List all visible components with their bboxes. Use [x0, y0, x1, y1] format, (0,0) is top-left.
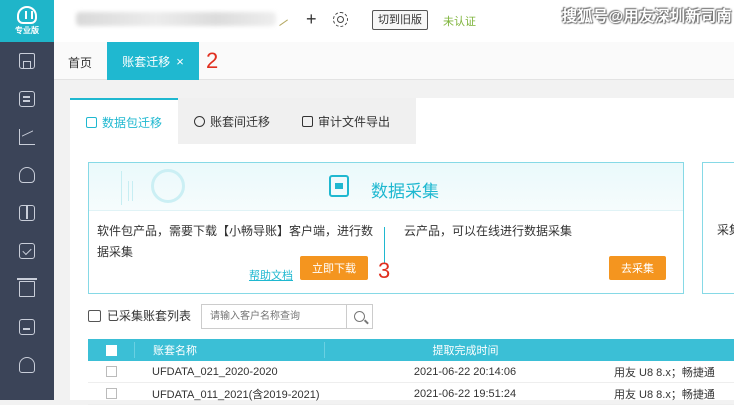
card-title: 数据采集 — [371, 182, 439, 201]
tab-account-migration[interactable]: 账套迁移 × — [107, 42, 199, 80]
tab-data-package-migration[interactable]: 数据包迁移 — [70, 98, 179, 144]
watermark-text: 搜狐号@用友深圳新司南 — [562, 8, 733, 25]
top-header: + 切到旧版 未认证 搜狐号@用友深圳新司南 — [54, 0, 734, 42]
file-export-icon — [302, 115, 314, 127]
cloud-product-description: 云产品，可以在线进行数据采集 — [404, 224, 573, 238]
cart-icon — [17, 278, 37, 297]
sidebar-item-check[interactable] — [0, 232, 54, 270]
sidebar-item-chart[interactable] — [0, 118, 54, 156]
customer-search-input[interactable] — [201, 304, 347, 329]
chart-icon — [19, 129, 35, 145]
package-icon — [86, 116, 97, 128]
go-collect-button[interactable]: 去采集 — [609, 256, 666, 280]
card-header: 数据采集 — [89, 163, 683, 211]
close-icon[interactable]: × — [176, 54, 184, 69]
table-row[interactable]: UFDATA_021_2020-2020 2021-06-22 20:14:06… — [88, 361, 734, 383]
help-document-link[interactable]: 帮助文档 — [249, 267, 293, 283]
home-icon — [19, 53, 35, 69]
next-card-text: 采集 — [717, 223, 734, 237]
uncertified-status[interactable]: 未认证 — [443, 13, 476, 29]
decoration-circle — [151, 169, 185, 203]
bag-icon — [19, 167, 35, 183]
search-button[interactable] — [347, 304, 373, 329]
table-header: 账套名称 提取完成时间 — [88, 339, 734, 361]
logo-text: 专业版 — [15, 26, 39, 35]
plus-icon[interactable]: + — [306, 10, 317, 28]
cloud-logo-icon — [17, 6, 37, 24]
tab-label: 数据包迁移 — [102, 115, 163, 130]
hand-icon — [19, 357, 35, 373]
cell-extract-time: 2021-06-22 20:14:06 — [413, 365, 517, 378]
tab-home[interactable]: 首页 — [68, 54, 92, 71]
book-icon — [19, 205, 35, 221]
tab-label: 审计文件导出 — [318, 114, 391, 129]
sidebar-item-document[interactable] — [0, 80, 54, 118]
gear-icon[interactable] — [333, 12, 348, 27]
annotation-number-3: 3 — [378, 258, 391, 283]
main-panel: 数据包迁移 账套间迁移 审计文件导出 数据采集 软件包产品，需要下载【小畅导账】… — [70, 98, 734, 405]
download-now-button[interactable]: 立即下载 — [300, 256, 368, 280]
list-title-text: 已采集账套列表 — [107, 309, 192, 323]
tab-inter-account-migration[interactable]: 账套间迁移 — [178, 98, 286, 144]
row-checkbox[interactable] — [105, 366, 117, 377]
cell-source: 用友 U8 8.x；畅捷通 — [614, 366, 715, 379]
sidebar-item-home[interactable] — [0, 42, 54, 80]
edit-icon[interactable] — [274, 12, 288, 26]
table-row[interactable]: UFDATA_011_2021(含2019-2021) 2021-06-22 1… — [88, 383, 734, 405]
sidebar: 专业版 — [0, 0, 54, 400]
sidebar-item-cart[interactable] — [0, 270, 54, 308]
sidebar-item-bag[interactable] — [0, 156, 54, 194]
cell-extract-time: 2021-06-22 19:51:24 — [413, 387, 517, 400]
sidebar-item-book[interactable] — [0, 194, 54, 232]
next-card-partial: 采集 — [702, 162, 734, 294]
select-all-checkbox[interactable] — [105, 344, 117, 356]
data-collection-icon — [329, 175, 349, 197]
tab-audit-file-export[interactable]: 审计文件导出 — [286, 98, 406, 144]
cell-account-name: UFDATA_021_2020-2020 — [152, 365, 278, 378]
column-header-account-name[interactable]: 账套名称 — [134, 342, 324, 358]
transfer-icon — [194, 115, 206, 127]
annotation-number-2: 2 — [206, 48, 219, 73]
sidebar-item-screen[interactable] — [0, 308, 54, 346]
company-name-blurred[interactable] — [76, 12, 276, 26]
collected-accounts-table: 账套名称 提取完成时间 UFDATA_021_2020-2020 2021-06… — [88, 339, 734, 405]
collected-accounts-heading: 已采集账套列表 — [88, 307, 191, 324]
check-icon — [19, 243, 35, 259]
tab-label: 账套迁移 — [122, 54, 171, 69]
search-icon — [354, 311, 365, 322]
screen-icon — [19, 319, 35, 335]
app-logo[interactable]: 专业版 — [0, 0, 54, 42]
cell-source: 用友 U8 8.x；畅捷通 — [614, 388, 715, 401]
sidebar-item-hand[interactable] — [0, 346, 54, 384]
box-icon — [88, 309, 101, 322]
row-checkbox[interactable] — [105, 388, 117, 399]
tab-label: 账套间迁移 — [210, 114, 271, 129]
cell-account-name: UFDATA_011_2021(含2019-2021) — [152, 388, 320, 401]
switch-old-version-button[interactable]: 切到旧版 — [372, 10, 428, 30]
sub-tab-bar: 数据包迁移 账套间迁移 审计文件导出 — [70, 98, 416, 144]
page-tab-bar: 首页 账套迁移 × 2 — [54, 42, 734, 80]
column-header-extract-time[interactable]: 提取完成时间 — [324, 342, 606, 358]
document-icon — [19, 91, 35, 107]
